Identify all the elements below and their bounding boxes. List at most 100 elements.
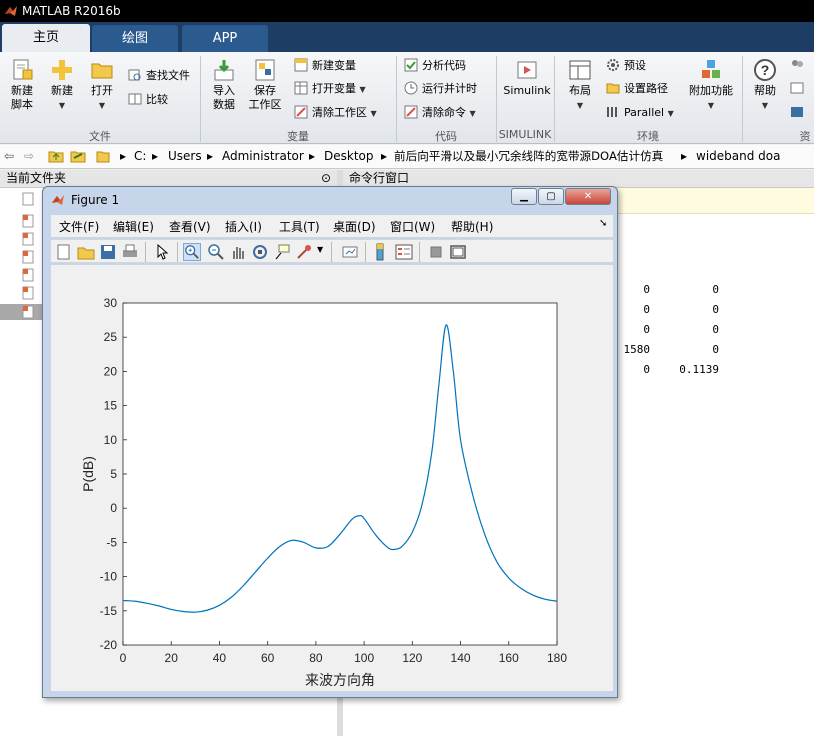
- figure-canvas[interactable]: 0 20 40 60 80 100 120 140 160 180 -20 -15 -10 -5 0 5 10 1…: [51, 265, 613, 691]
- path-crumb[interactable]: Desktop: [324, 145, 374, 167]
- zoom-in-icon[interactable]: [183, 243, 201, 261]
- run-and-time-button[interactable]: 运行并计时: [404, 81, 477, 97]
- simulink-button[interactable]: Simulink: [500, 58, 554, 98]
- simulink-label: Simulink: [503, 84, 551, 97]
- save-icon[interactable]: [99, 243, 117, 261]
- tab-apps[interactable]: APP: [182, 25, 268, 52]
- dock-arrow-icon[interactable]: ➘: [599, 218, 607, 229]
- rotate-3d-icon[interactable]: [251, 243, 269, 261]
- save-workspace-icon: [255, 59, 275, 81]
- menu-window[interactable]: 窗口(W): [390, 218, 435, 235]
- learn-matlab-button[interactable]: [790, 105, 808, 121]
- import-data-button[interactable]: 导入 数据: [206, 58, 242, 112]
- open-variable-label: 打开变量: [312, 82, 356, 95]
- request-support-button[interactable]: [790, 81, 808, 97]
- chevron-down-icon[interactable]: ▼: [317, 245, 323, 254]
- chevron-down-icon: ▼: [707, 101, 715, 110]
- menu-insert[interactable]: 插入(I): [225, 218, 262, 235]
- path-crumb[interactable]: Users: [168, 145, 202, 167]
- m-file-icon[interactable]: [22, 214, 34, 228]
- new-variable-button[interactable]: 新建变量: [294, 58, 356, 74]
- run-and-time-icon: [404, 81, 418, 95]
- find-files-button[interactable]: 查找文件: [128, 68, 190, 84]
- preferences-button[interactable]: 预设: [606, 58, 646, 74]
- m-file-icon[interactable]: [22, 268, 34, 282]
- panel-options-icon[interactable]: ⊙: [321, 170, 331, 187]
- chevron-down-icon: ▼: [667, 109, 674, 118]
- compare-button[interactable]: 比较: [128, 92, 168, 108]
- clear-commands-button[interactable]: 清除命令 ▼: [404, 105, 476, 122]
- path-separator: ▸: [381, 149, 388, 163]
- minimize-button[interactable]: ▁: [511, 188, 537, 205]
- link-plot-icon[interactable]: [341, 243, 359, 261]
- community-button[interactable]: [790, 58, 808, 74]
- x-tick-label: 100: [354, 651, 374, 665]
- open-file-icon[interactable]: [77, 243, 95, 261]
- group-label-resources: 资: [799, 130, 811, 143]
- path-crumb[interactable]: 前后向平滑以及最小冗余线阵的宽带源DOA估计仿真: [394, 145, 663, 167]
- x-tick-label: 120: [402, 651, 422, 665]
- group-label-simulink: SIMULINK: [498, 128, 552, 141]
- new-figure-icon[interactable]: [55, 243, 73, 261]
- menu-desktop[interactable]: 桌面(D): [333, 218, 376, 235]
- new-button[interactable]: 新建 ▼: [44, 58, 80, 113]
- clear-workspace-button[interactable]: 清除工作区 ▼: [294, 105, 377, 122]
- open-variable-button[interactable]: 打开变量 ▼: [294, 81, 366, 98]
- tab-home[interactable]: 主页: [2, 24, 90, 52]
- group-label-variable: 变量: [287, 130, 309, 143]
- set-path-button[interactable]: 设置路径: [606, 81, 668, 97]
- figure-window[interactable]: Figure 1 ▁ ▢ ✕ 文件(F) 编辑(E) 查看(V) 插入(I) 工…: [42, 186, 618, 698]
- app-title: MATLAB R2016b: [22, 4, 121, 18]
- command-window-title: 命令行窗口: [349, 171, 410, 185]
- forward-arrow-icon[interactable]: ⇨: [24, 145, 34, 167]
- menu-tools[interactable]: 工具(T): [279, 218, 320, 235]
- chevron-down-icon: ▼: [359, 85, 366, 94]
- up-folder-icon[interactable]: [48, 149, 64, 163]
- layout-button[interactable]: 布局 ▼: [562, 58, 598, 113]
- back-arrow-icon[interactable]: ⇦: [4, 145, 14, 167]
- selected-file-row[interactable]: [0, 304, 42, 320]
- m-file-icon[interactable]: [22, 232, 34, 246]
- pointer-icon[interactable]: [153, 243, 171, 261]
- open-button[interactable]: 打开 ▼: [84, 58, 120, 113]
- analyze-code-button[interactable]: 分析代码: [404, 58, 466, 74]
- data-cursor-icon[interactable]: [273, 243, 291, 261]
- spectrum-chart[interactable]: 0 20 40 60 80 100 120 140 160 180 -20 -15 -10 -5 0 5 10 1…: [51, 265, 613, 691]
- parallel-button[interactable]: Parallel ▼: [606, 105, 674, 122]
- group-label-code: 代码: [435, 130, 457, 143]
- pan-hand-icon[interactable]: [229, 243, 247, 261]
- legend-icon[interactable]: [395, 243, 413, 261]
- menu-view[interactable]: 查看(V): [169, 218, 211, 235]
- tab-plots[interactable]: 绘图: [92, 25, 178, 52]
- save-workspace-button[interactable]: 保存 工作区: [246, 58, 284, 112]
- maximize-button[interactable]: ▢: [538, 188, 564, 205]
- show-plot-tools-icon[interactable]: [449, 243, 467, 261]
- path-crumb[interactable]: C:: [134, 145, 146, 167]
- colorbar-icon[interactable]: [371, 243, 389, 261]
- address-bar: ⇦ ⇨ ▸ C: ▸ Users ▸ Administrator ▸ Deskt…: [0, 145, 814, 169]
- help-button[interactable]: ? 帮助 ▼: [748, 58, 782, 113]
- menu-edit[interactable]: 编辑(E): [113, 218, 154, 235]
- m-file-icon[interactable]: [22, 305, 34, 319]
- brush-icon[interactable]: [295, 243, 313, 261]
- path-crumb[interactable]: wideband doa: [696, 145, 780, 167]
- addons-button[interactable]: 附加功能 ▼: [686, 58, 736, 113]
- menu-file[interactable]: 文件(F): [59, 218, 99, 235]
- browse-folder-icon[interactable]: [70, 149, 86, 163]
- m-file-icon[interactable]: [22, 286, 34, 300]
- y-tick-label: 25: [104, 330, 118, 344]
- new-script-button[interactable]: 新建 脚本: [4, 58, 40, 112]
- path-crumb[interactable]: Administrator: [222, 145, 304, 167]
- print-icon[interactable]: [121, 243, 139, 261]
- m-file-icon[interactable]: [22, 250, 34, 264]
- layout-label: 布局: [569, 84, 591, 97]
- chevron-down-icon: ▼: [576, 101, 584, 110]
- matrix-cell: 0: [712, 323, 719, 336]
- menu-help[interactable]: 帮助(H): [451, 218, 493, 235]
- close-button[interactable]: ✕: [565, 188, 611, 205]
- new-script-icon: [13, 59, 33, 80]
- find-files-icon: [128, 69, 141, 81]
- zoom-out-icon[interactable]: [207, 243, 225, 261]
- help-icon: ?: [754, 59, 776, 81]
- hide-plot-tools-icon[interactable]: [427, 243, 445, 261]
